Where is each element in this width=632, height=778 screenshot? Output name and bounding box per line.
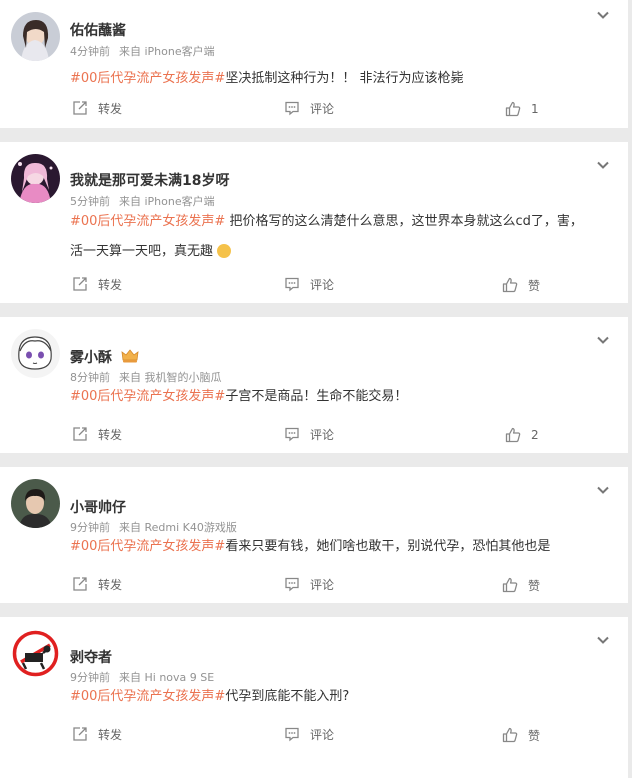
like-label: 赞 xyxy=(528,278,541,293)
comment-icon xyxy=(285,577,299,592)
comment-icon xyxy=(285,101,299,116)
repost-label: 转发 xyxy=(98,727,123,742)
comment-button[interactable]: 评论 xyxy=(284,424,334,444)
avatar[interactable] xyxy=(11,329,60,378)
comment-body: 坚决抵制这种行为！！ 非法行为应该枪毙 xyxy=(225,71,464,86)
repost-icon xyxy=(73,277,87,291)
username[interactable]: 雾小酥 xyxy=(70,347,139,367)
comment-card: 雾小酥 8分钟前 来自 我机智的小脑瓜 #00后代孕流产女孩发声#子宫不是商品！生… xyxy=(0,317,628,453)
chevron-down-icon[interactable] xyxy=(596,483,610,497)
username-text: 雾小酥 xyxy=(70,350,112,366)
avatar[interactable] xyxy=(11,629,60,678)
repost-label: 转发 xyxy=(98,577,123,592)
repost-label: 转发 xyxy=(98,427,123,442)
like-button[interactable]: 2 xyxy=(505,425,539,445)
comment-label: 评论 xyxy=(310,427,335,442)
comment-icon xyxy=(285,427,299,442)
comment-body: 看来只要有钱，她们啥也敢干，别说代孕，恐怕其他也是 xyxy=(225,539,551,554)
like-button[interactable]: 赞 xyxy=(502,725,540,745)
comment-card: 小哥帅仔 9分钟前 来自 Redmi K40游戏版 #00后代孕流产女孩发声#看来… xyxy=(0,467,628,603)
repost-icon xyxy=(73,101,87,115)
comment-text: #00后代孕流产女孩发声# 把价格写的这么清楚什么意思，这世界本身就这么cd了，… xyxy=(70,207,610,267)
comment-label: 评论 xyxy=(310,277,335,292)
comment-button[interactable]: 评论 xyxy=(284,274,334,294)
thumbs-up-icon xyxy=(502,277,518,293)
comment-text: #00后代孕流产女孩发声#子宫不是商品！生命不能交易！ xyxy=(70,382,610,412)
repost-button[interactable]: 转发 xyxy=(72,574,122,594)
username[interactable]: 佑佑蘸酱 xyxy=(70,20,126,40)
like-button[interactable]: 1 xyxy=(505,99,539,119)
smile-emoji-icon xyxy=(217,243,232,258)
username[interactable]: 我就是那可爱未满18岁呀 xyxy=(70,170,229,190)
username[interactable]: 小哥帅仔 xyxy=(70,497,126,517)
thumbs-up-icon xyxy=(505,427,521,443)
comment-icon xyxy=(285,277,299,292)
username[interactable]: 剥夺者 xyxy=(70,647,112,667)
repost-button[interactable]: 转发 xyxy=(72,424,122,444)
comment-text: #00后代孕流产女孩发声#代孕到底能不能入刑? xyxy=(70,682,610,712)
avatar[interactable] xyxy=(11,154,60,203)
comment-button[interactable]: 评论 xyxy=(284,574,334,594)
comment-button[interactable]: 评论 xyxy=(284,724,334,744)
like-count: 2 xyxy=(531,428,539,442)
comment-text: #00后代孕流产女孩发声#看来只要有钱，她们啥也敢干，别说代孕，恐怕其他也是 xyxy=(70,532,610,562)
comment-body: 代孕到底能不能入刑? xyxy=(225,689,350,704)
chevron-down-icon[interactable] xyxy=(596,8,610,22)
timestamp: 4分钟前 xyxy=(70,45,110,58)
thumbs-up-icon xyxy=(505,101,521,117)
avatar[interactable] xyxy=(11,12,60,61)
crown-badge-icon xyxy=(121,349,139,367)
comment-card: 剥夺者 9分钟前 来自 Hi nova 9 SE #00后代孕流产女孩发声#代孕到… xyxy=(0,617,628,778)
comment-body: 子宫不是商品！生命不能交易！ xyxy=(225,389,408,404)
comment-label: 评论 xyxy=(310,727,335,742)
repost-icon xyxy=(73,727,87,741)
repost-button[interactable]: 转发 xyxy=(72,274,122,294)
hashtag-link[interactable]: #00后代孕流产女孩发声# xyxy=(70,539,225,554)
comment-meta: 4分钟前 来自 iPhone客户端 xyxy=(70,43,215,59)
repost-icon xyxy=(73,427,87,441)
comment-button[interactable]: 评论 xyxy=(284,98,334,118)
like-button[interactable]: 赞 xyxy=(502,575,540,595)
repost-label: 转发 xyxy=(98,101,123,116)
thumbs-up-icon xyxy=(502,727,518,743)
comment-icon xyxy=(285,727,299,742)
comment-text: #00后代孕流产女孩发声#坚决抵制这种行为！！ 非法行为应该枪毙 xyxy=(70,64,610,94)
hashtag-link[interactable]: #00后代孕流产女孩发声# xyxy=(70,214,225,229)
like-count: 1 xyxy=(531,102,539,116)
comment-label: 评论 xyxy=(310,101,335,116)
repost-button[interactable]: 转发 xyxy=(72,98,122,118)
client-source: 来自 iPhone客户端 xyxy=(119,45,215,58)
hashtag-link[interactable]: #00后代孕流产女孩发声# xyxy=(70,71,225,86)
thumbs-up-icon xyxy=(502,577,518,593)
hashtag-link[interactable]: #00后代孕流产女孩发声# xyxy=(70,389,225,404)
repost-label: 转发 xyxy=(98,277,123,292)
like-label: 赞 xyxy=(528,578,541,593)
hashtag-link[interactable]: #00后代孕流产女孩发声# xyxy=(70,689,225,704)
comment-card: 佑佑蘸酱 4分钟前 来自 iPhone客户端 #00后代孕流产女孩发声#坚决抵制这… xyxy=(0,0,628,128)
comment-card: 我就是那可爱未满18岁呀 5分钟前 来自 iPhone客户端 #00后代孕流产女孩… xyxy=(0,142,628,303)
comment-body-line2: 活一天算一天吧，真无趣 xyxy=(70,244,214,259)
comment-body: 把价格写的这么清楚什么意思，这世界本身就这么cd了，害， xyxy=(225,214,583,229)
like-button[interactable]: 赞 xyxy=(502,275,540,295)
chevron-down-icon[interactable] xyxy=(596,633,610,647)
avatar[interactable] xyxy=(11,479,60,528)
chevron-down-icon[interactable] xyxy=(596,333,610,347)
comment-label: 评论 xyxy=(310,577,335,592)
chevron-down-icon[interactable] xyxy=(596,158,610,172)
like-label: 赞 xyxy=(528,728,541,743)
repost-button[interactable]: 转发 xyxy=(72,724,122,744)
repost-icon xyxy=(73,577,87,591)
